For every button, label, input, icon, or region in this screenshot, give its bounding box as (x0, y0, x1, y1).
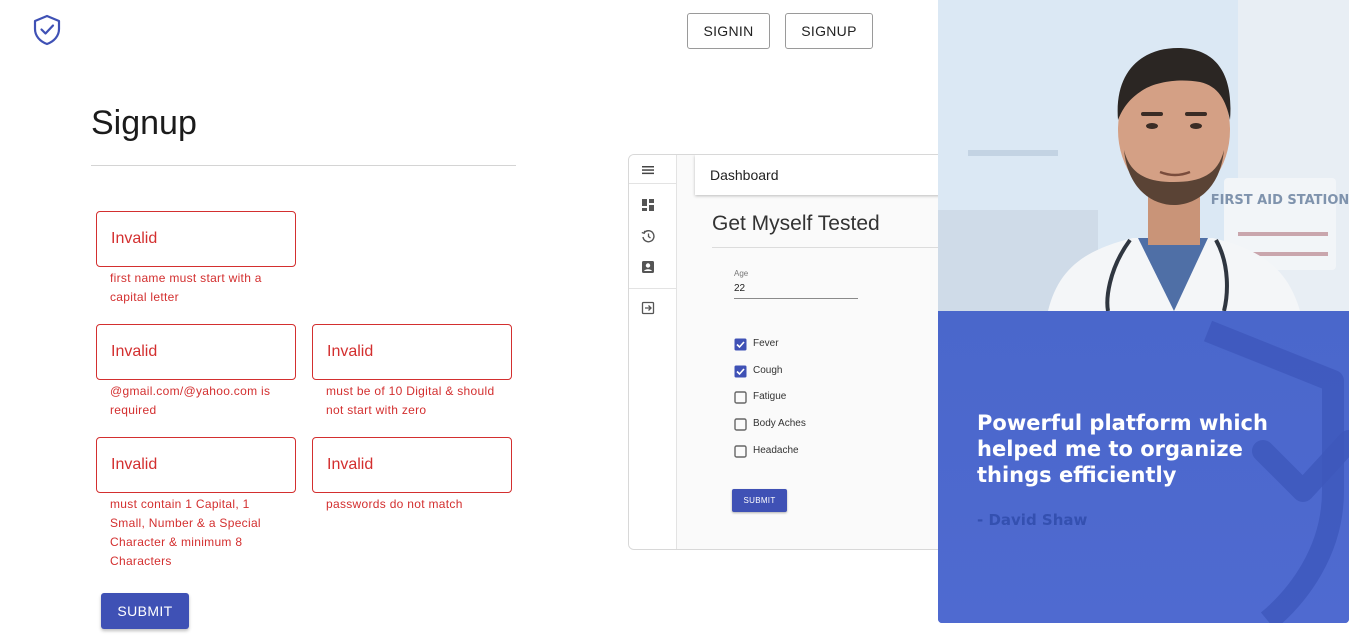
account-box-icon (642, 261, 654, 273)
password-field[interactable]: Invalid (96, 437, 296, 493)
preview-checkbox-label: Fatigue (753, 391, 787, 402)
email-error: @gmail.com/@yahoo.com is required (110, 384, 271, 417)
signin-button[interactable]: SIGNIN (687, 13, 770, 49)
preview-checkbox-headache (734, 445, 747, 458)
preview-checkbox-label: Body Aches (753, 418, 806, 429)
title-divider (91, 165, 516, 166)
preview-checkbox-label: Headache (753, 445, 799, 456)
doctor-illustration: FIRST AID STATION (938, 0, 1349, 311)
dashboard-icon (642, 199, 654, 211)
preview-divider (712, 247, 957, 248)
first-aid-sign-text: FIRST AID STATION (1211, 193, 1349, 208)
preview-age-value: 22 (734, 283, 746, 294)
preview-checkbox-cough (734, 365, 747, 378)
exit-icon (641, 301, 655, 315)
preview-sidebar (629, 155, 677, 549)
preview-page-title: Get Myself Tested (712, 212, 880, 235)
password-error: must contain 1 Capital, 1 Small, Number … (110, 497, 261, 568)
confirm-password-field[interactable]: Invalid (312, 437, 512, 493)
preview-checkbox-fatigue (734, 391, 747, 404)
preview-checkbox-fever (734, 338, 747, 351)
sidebar-divider (629, 288, 677, 289)
sidebar-divider (629, 183, 677, 184)
first-name-field[interactable]: Invalid (96, 211, 296, 267)
phone-error: must be of 10 Digital & should not start… (326, 384, 495, 417)
shield-check-logo-icon (33, 14, 61, 46)
first-name-error: first name must start with a capital let… (110, 271, 262, 304)
testimonial-author: - David Shaw (977, 511, 1088, 529)
preview-submit-button: SUBMIT (732, 489, 787, 512)
confirm-password-error: passwords do not match (326, 497, 463, 511)
testimonial-card: FIRST AID STATION Powerful platform whic… (938, 0, 1349, 623)
signup-button[interactable]: SIGNUP (785, 13, 873, 49)
history-icon (641, 230, 655, 243)
preview-age-underline (734, 298, 858, 299)
menu-icon (642, 166, 654, 175)
preview-checkbox-label: Fever (753, 338, 779, 349)
doctor-photo: FIRST AID STATION (938, 0, 1349, 311)
testimonial-quote: Powerful platform which helped me to org… (977, 411, 1268, 487)
dashboard-preview: Dashboard Get Myself Tested Age 22 Fever… (628, 154, 958, 550)
preview-appbar: Dashboard (695, 155, 957, 195)
email-field[interactable]: Invalid (96, 324, 296, 380)
preview-checkbox-label: Cough (753, 365, 783, 376)
preview-age-label: Age (734, 269, 749, 278)
phone-field[interactable]: Invalid (312, 324, 512, 380)
submit-button[interactable]: SUBMIT (101, 593, 189, 629)
preview-checkbox-body-aches (734, 418, 747, 431)
page-title: Signup (91, 104, 197, 142)
